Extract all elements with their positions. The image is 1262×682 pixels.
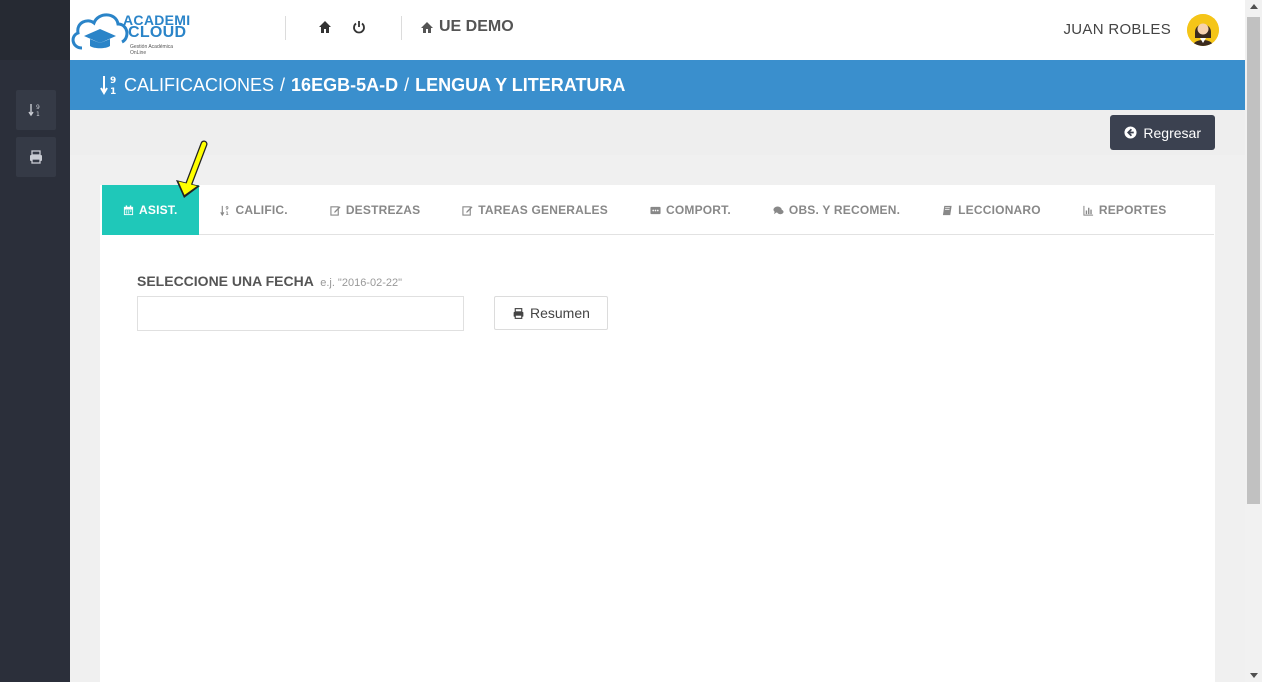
action-bar: Regresar: [70, 110, 1245, 155]
breadcrumb-separator: /: [404, 74, 410, 95]
svg-text:1: 1: [225, 211, 228, 216]
bar-chart-icon: [1083, 205, 1093, 216]
tabs-panel: ASIST. 91 CALIFIC. DESTREZAS TAREAS GENE…: [100, 185, 1215, 682]
navbar-divider: [285, 16, 286, 40]
svg-text:9: 9: [225, 205, 228, 211]
user-name[interactable]: JUAN ROBLES: [1064, 21, 1172, 38]
home-icon: [319, 21, 331, 33]
sort-numeric-icon: 9 1: [100, 76, 116, 96]
tab-calificaciones[interactable]: 91 CALIFIC.: [199, 185, 309, 235]
scroll-down-arrow-icon[interactable]: [1250, 673, 1258, 678]
back-button-label: Regresar: [1143, 124, 1201, 141]
svg-text:1: 1: [110, 87, 116, 96]
tab-label: COMPORT.: [665, 203, 731, 217]
breadcrumb-section: CALIFICACIONES: [124, 74, 275, 95]
sidebar-print-button[interactable]: [16, 137, 56, 177]
annotation-arrow-icon: [176, 140, 208, 198]
tab-tareas-generales[interactable]: TAREAS GENERALES: [441, 185, 629, 235]
calendar-icon: [123, 204, 134, 215]
comments-icon: [773, 206, 784, 214]
navbar-divider: [401, 16, 402, 40]
tab-leccionario[interactable]: LECCIONARO: [921, 185, 1062, 235]
edit-icon: [330, 205, 341, 216]
svg-text:9: 9: [36, 104, 40, 111]
home-button[interactable]: [316, 18, 334, 36]
sidebar: 91: [0, 0, 70, 682]
sidebar-grades-button[interactable]: 91: [16, 90, 56, 130]
avatar[interactable]: [1187, 14, 1219, 46]
tab-label: LECCIONARO: [958, 203, 1041, 217]
page-title-bar: 9 1 CALIFICACIONES / 16EGB-5A-D / LENGUA…: [70, 60, 1245, 110]
academicloud-logo[interactable]: ACADEMI CLOUD Gestión Académica OnLine: [70, 6, 190, 56]
main-content: ASIST. 91 CALIFIC. DESTREZAS TAREAS GENE…: [70, 155, 1245, 682]
breadcrumb-subject: LENGUA Y LITERATURA: [415, 74, 626, 95]
sort-numeric-icon: 91: [219, 205, 228, 216]
print-icon: [30, 150, 42, 164]
logout-button[interactable]: [350, 18, 368, 36]
date-label-text: SELECCIONE UNA FECHA: [137, 273, 314, 289]
edit-icon: [462, 205, 473, 216]
scroll-up-arrow-icon[interactable]: [1250, 4, 1258, 9]
date-field-label: SELECCIONE UNA FECHA e.j. "2016-02-22": [137, 273, 402, 289]
tab-comportamiento[interactable]: COMPORT.: [629, 185, 752, 235]
breadcrumb-separator: /: [280, 74, 286, 95]
tab-bar: ASIST. 91 CALIFIC. DESTREZAS TAREAS GENE…: [102, 185, 1214, 235]
school-link[interactable]: UE DEMO: [420, 18, 514, 36]
sort-numeric-icon: 91: [28, 104, 40, 118]
svg-text:1: 1: [36, 111, 40, 118]
user-avatar-icon: [1187, 14, 1219, 46]
logo-tagline: Gestión Académica OnLine: [130, 44, 174, 56]
tab-observaciones[interactable]: OBS. Y RECOMEN.: [752, 185, 921, 235]
power-icon: [353, 21, 365, 34]
school-name: UE DEMO: [439, 18, 514, 35]
page-scrollbar[interactable]: [1245, 0, 1262, 682]
summary-print-button[interactable]: Resumen: [494, 296, 608, 330]
tab-label: REPORTES: [1098, 203, 1167, 217]
svg-text:9: 9: [110, 76, 116, 86]
summary-button-label: Resumen: [530, 305, 590, 321]
tab-label: OBS. Y RECOMEN.: [788, 203, 901, 217]
breadcrumb-course: 16EGB-5A-D: [291, 74, 399, 95]
tab-reportes[interactable]: REPORTES: [1062, 185, 1188, 235]
sidebar-header: [0, 0, 70, 60]
home-icon: [421, 21, 433, 33]
date-input[interactable]: [137, 296, 464, 331]
print-icon: [513, 307, 524, 319]
scrollbar-thumb[interactable]: [1247, 17, 1260, 504]
arrow-circle-left-icon: [1124, 126, 1137, 139]
tab-label: DESTREZAS: [345, 203, 421, 217]
back-button[interactable]: Regresar: [1110, 115, 1215, 150]
tab-label: ASIST.: [139, 203, 178, 217]
book-icon: [943, 205, 952, 215]
logo-text-cloud: CLOUD: [128, 24, 187, 41]
tab-label: CALIFIC.: [235, 203, 288, 217]
top-navbar: ACADEMI CLOUD Gestión Académica OnLine U…: [70, 0, 1245, 60]
tab-label: TAREAS GENERALES: [478, 203, 608, 217]
tab-destrezas[interactable]: DESTREZAS: [309, 185, 441, 235]
date-format-hint: e.j. "2016-02-22": [320, 277, 403, 289]
comment-dots-icon: [650, 206, 661, 214]
